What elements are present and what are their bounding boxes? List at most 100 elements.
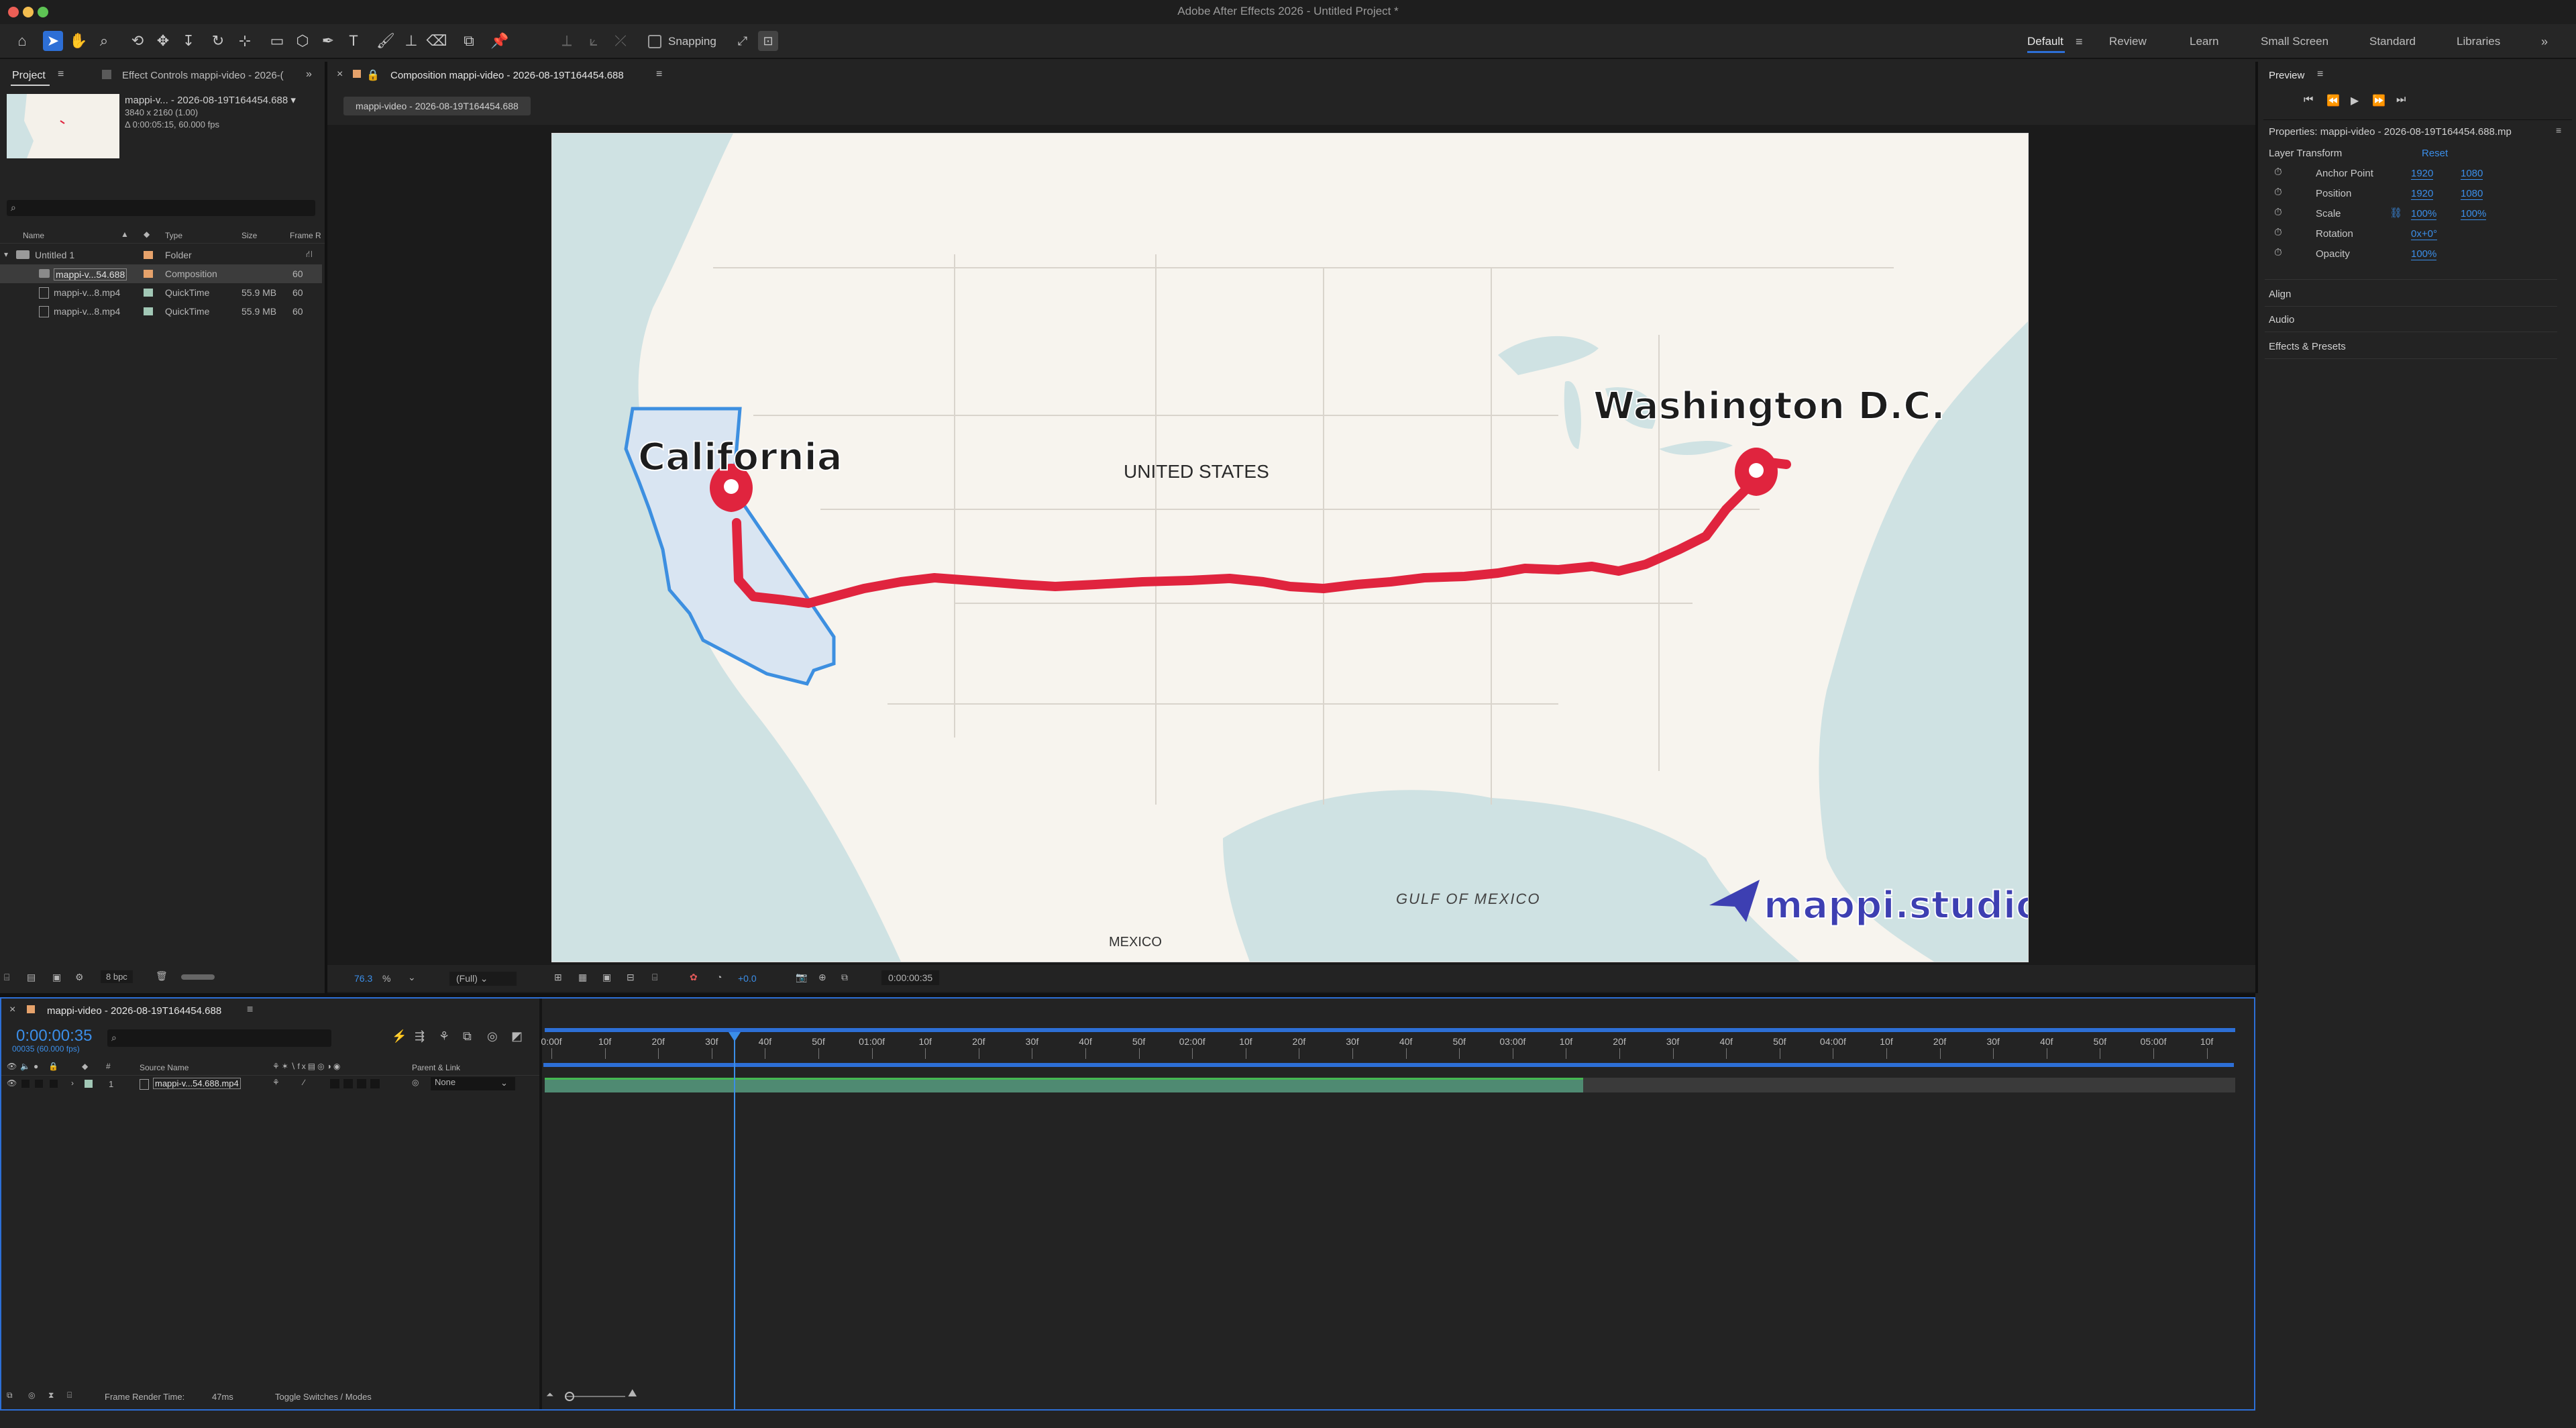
snapshot-icon[interactable]: 📷 xyxy=(796,972,807,983)
constrain-proportions-icon[interactable]: ⛓ xyxy=(2390,207,2402,219)
mask-visibility-icon[interactable]: ▣ xyxy=(602,972,611,983)
property-value-y[interactable]: 100% xyxy=(2461,208,2487,220)
workspace-learn[interactable]: Learn xyxy=(2190,35,2218,48)
clone-stamp-icon[interactable]: ⊥ xyxy=(401,31,421,51)
graph-editor-icon[interactable]: ◩ xyxy=(511,1029,523,1043)
visibility-toggle-icon[interactable]: 👁 xyxy=(7,1078,17,1088)
col-source-name[interactable]: Source Name xyxy=(140,1063,189,1072)
zoom-out-icon[interactable]: ⏶ xyxy=(546,1389,553,1400)
roto-brush-icon[interactable]: ⧉ xyxy=(459,31,479,51)
hand-tool-icon[interactable]: ✋ xyxy=(68,31,89,51)
washington-pin-icon[interactable] xyxy=(1735,448,1778,496)
layer-switches[interactable] xyxy=(330,1079,384,1088)
col-name[interactable]: Name xyxy=(23,231,44,240)
solo-toggle[interactable] xyxy=(35,1080,43,1088)
magnification-value[interactable]: 76.3 xyxy=(354,973,372,984)
label-tag-icon[interactable]: ◆ xyxy=(144,230,150,239)
new-composition-icon[interactable]: ▣ xyxy=(52,972,61,983)
bit-depth-button[interactable]: 8 bpc xyxy=(101,970,133,983)
shy-layers-icon[interactable]: ⚘ xyxy=(439,1029,449,1043)
workspace-standard[interactable]: Standard xyxy=(2369,35,2416,48)
transfer-controls-pane-icon[interactable]: ◎ xyxy=(28,1390,35,1400)
project-row-composition[interactable]: mappi-v...54.688 Composition 60 xyxy=(0,264,322,283)
tab-composition[interactable]: Composition mappi-video - 2026-08-19T164… xyxy=(390,70,624,81)
property-value-x[interactable]: 1920 xyxy=(2411,188,2434,200)
pen-tool-icon[interactable]: ✒ xyxy=(318,31,338,51)
flowchart-icon[interactable]: ⛙ xyxy=(306,248,313,261)
tab-menu-icon[interactable]: ≡ xyxy=(2317,68,2323,81)
orbit-camera-icon[interactable]: ⟲ xyxy=(127,31,148,51)
shy-switch-icon[interactable]: ⚘ xyxy=(272,1078,280,1087)
panel-overflow-icon[interactable]: » xyxy=(306,68,312,81)
first-frame-icon[interactable]: ⏮ xyxy=(2304,94,2313,106)
label-column-icon[interactable]: ◆ xyxy=(82,1062,88,1071)
property-value[interactable]: 100% xyxy=(2411,248,2437,260)
rotation-tool-icon[interactable]: ↻ xyxy=(208,31,228,51)
tab-menu-icon[interactable]: ≡ xyxy=(58,68,64,81)
layer-label-color[interactable] xyxy=(85,1080,93,1088)
local-axis-icon[interactable]: ⟂ xyxy=(557,31,577,51)
anchor-tool-icon[interactable]: ⊹ xyxy=(235,31,255,51)
label-color-swatch[interactable] xyxy=(144,270,153,278)
properties-menu-icon[interactable]: ≡ xyxy=(2556,125,2561,136)
adjust-project-icon[interactable]: ⚙ xyxy=(75,972,84,983)
layer-duration-bar[interactable] xyxy=(545,1078,1583,1092)
view-options-icon[interactable]: ⌸ xyxy=(652,972,657,983)
work-area-bar[interactable] xyxy=(545,1028,2235,1032)
zoom-in-icon[interactable]: ⛰ xyxy=(628,1388,637,1400)
col-type[interactable]: Type xyxy=(165,231,182,240)
workspace-overflow-icon[interactable]: » xyxy=(2541,35,2548,49)
snap-edges-icon[interactable]: ⤢ xyxy=(733,31,753,51)
composition-subtab[interactable]: mappi-video - 2026-08-19T164454.688 xyxy=(343,97,531,115)
world-axis-icon[interactable]: ⟀ xyxy=(584,31,604,51)
audio-toggle[interactable] xyxy=(21,1080,30,1088)
close-tab-icon[interactable]: × xyxy=(9,1004,15,1016)
workspace-small-screen[interactable]: Small Screen xyxy=(2261,35,2328,48)
frame-blending-icon[interactable]: ⧉ xyxy=(463,1029,472,1043)
lock-icon[interactable]: 🔒 xyxy=(366,68,380,82)
label-color-swatch[interactable] xyxy=(144,251,153,259)
draft-3d-icon[interactable]: ⇶ xyxy=(415,1029,425,1043)
stopwatch-icon[interactable]: ⏱ xyxy=(2274,166,2282,178)
type-tool-icon[interactable]: T xyxy=(343,31,364,51)
quality-switch-icon[interactable]: ∕ xyxy=(303,1078,305,1087)
disclosure-open-icon[interactable]: ▾ xyxy=(4,250,8,259)
brush-tool-icon[interactable]: 🖌 xyxy=(376,31,396,51)
layer-switches-pane-icon[interactable]: ⧉ xyxy=(7,1390,13,1400)
dolly-camera-icon[interactable]: ↧ xyxy=(178,31,199,51)
interpret-footage-icon[interactable]: ⌸ xyxy=(4,972,9,983)
stopwatch-icon[interactable]: ⏱ xyxy=(2274,247,2282,258)
section-effects-presets[interactable]: Effects & Presets xyxy=(2269,341,2346,352)
label-color-swatch[interactable] xyxy=(144,289,153,297)
visibility-column-icon[interactable]: 👁 xyxy=(7,1062,17,1071)
workspace-libraries[interactable]: Libraries xyxy=(2457,35,2500,48)
home-icon[interactable]: ⌂ xyxy=(12,31,32,51)
selection-tool-icon[interactable]: ➤ xyxy=(43,31,63,51)
show-snapshot-icon[interactable]: ⊕ xyxy=(818,972,826,983)
current-time-display[interactable]: 0:00:00:35 xyxy=(881,970,940,985)
rectangle-tool-icon[interactable]: ▭ xyxy=(267,31,287,51)
exposure-value[interactable]: +0.0 xyxy=(738,973,757,984)
label-color-swatch[interactable] xyxy=(144,307,153,315)
work-area-range[interactable] xyxy=(545,1028,2235,1032)
property-value-x[interactable]: 100% xyxy=(2411,208,2437,220)
sort-ascending-icon[interactable]: ▲ xyxy=(121,230,129,239)
tab-menu-icon[interactable]: ≡ xyxy=(656,68,662,81)
fast-previews-icon[interactable]: ⧉ xyxy=(841,972,848,983)
stopwatch-icon[interactable]: ⏱ xyxy=(2274,207,2282,218)
transparency-grid-icon[interactable]: ▦ xyxy=(578,972,587,983)
project-search-input[interactable]: ⌕ xyxy=(7,200,315,216)
pan-camera-icon[interactable]: ✥ xyxy=(153,31,173,51)
col-frame-rate[interactable]: Frame R xyxy=(290,231,321,240)
thumbnail-size-slider[interactable] xyxy=(181,974,215,980)
property-value-y[interactable]: 1080 xyxy=(2461,168,2483,180)
last-frame-icon[interactable]: ⏭ xyxy=(2396,94,2406,106)
property-value-y[interactable]: 1080 xyxy=(2461,188,2483,200)
new-folder-icon[interactable]: ▤ xyxy=(27,972,36,983)
grid-guides-icon[interactable]: ⊟ xyxy=(627,972,635,983)
workspace-review[interactable]: Review xyxy=(2109,35,2147,48)
workspace-menu-icon[interactable]: ≡ xyxy=(2076,35,2083,49)
snap-features-icon[interactable]: ⊡ xyxy=(758,31,778,51)
layer-row[interactable]: 👁 › 1 mappi-v...54.688.mp4 ⚘ ∕ ◎ None ⌄ xyxy=(1,1076,539,1092)
project-row-folder[interactable]: ▾ Untitled 1 Folder ⛙ xyxy=(0,246,322,264)
